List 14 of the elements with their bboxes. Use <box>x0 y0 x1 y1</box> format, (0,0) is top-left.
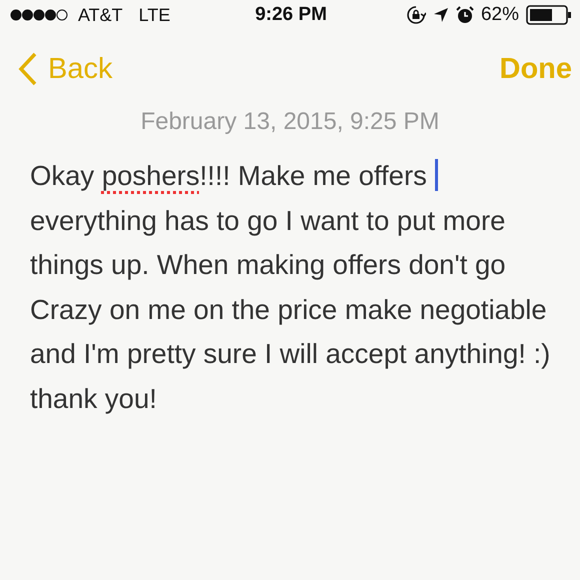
rotation-lock-icon <box>406 5 426 25</box>
carrier-label: AT&T <box>78 4 123 26</box>
network-label: LTE <box>138 4 170 26</box>
clock-time: 9:26 PM <box>255 4 327 26</box>
location-arrow-icon <box>432 7 449 23</box>
back-button[interactable]: Back <box>18 52 112 86</box>
battery-icon <box>526 5 572 25</box>
chevron-left-icon <box>18 52 38 86</box>
alarm-clock-icon <box>456 6 474 24</box>
done-button[interactable]: Done <box>500 52 572 86</box>
battery-percent: 62% <box>480 4 519 26</box>
note-text[interactable]: Okay poshers!!!! Make me offers everything has to go I want to put more things up. When making offers don't go Crazy on me on the price make negotiable and I'm pretty sure I will accept anything! :) thank you! <box>30 154 555 421</box>
signal-icon <box>10 9 68 21</box>
note-date: February 13, 2015, 9:25 PM <box>140 108 440 136</box>
